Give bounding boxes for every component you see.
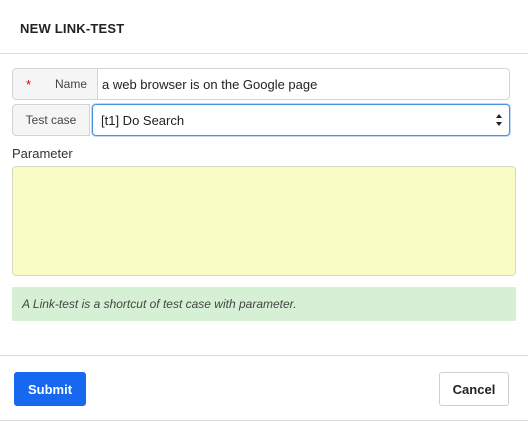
parameter-textarea[interactable]: [12, 166, 516, 276]
name-label-cell: * Name: [12, 68, 98, 100]
test-case-label: Test case: [25, 113, 77, 127]
required-marker: *: [26, 77, 32, 92]
test-case-select[interactable]: [t1] Do Search: [92, 104, 510, 136]
dialog-header: NEW LINK-TEST: [0, 0, 528, 54]
test-case-selected-value: [t1] Do Search: [101, 112, 185, 128]
dialog-title: NEW LINK-TEST: [20, 21, 125, 36]
parameter-label: Parameter: [12, 146, 73, 161]
name-label: Name: [54, 77, 87, 91]
updown-chevron-icon: [496, 114, 502, 126]
new-link-test-dialog: NEW LINK-TEST * Name Test case [t1] Do S…: [0, 0, 528, 421]
name-field-row: * Name: [12, 68, 510, 100]
info-text: A Link-test is a shortcut of test case w…: [22, 297, 297, 311]
info-message: A Link-test is a shortcut of test case w…: [12, 287, 516, 321]
dialog-footer: Submit Cancel: [0, 355, 528, 421]
name-input[interactable]: [98, 68, 510, 100]
test-case-field-row: Test case [t1] Do Search: [12, 104, 510, 136]
cancel-button[interactable]: Cancel: [439, 372, 509, 406]
submit-button[interactable]: Submit: [14, 372, 86, 406]
test-case-label-cell: Test case: [12, 104, 90, 136]
